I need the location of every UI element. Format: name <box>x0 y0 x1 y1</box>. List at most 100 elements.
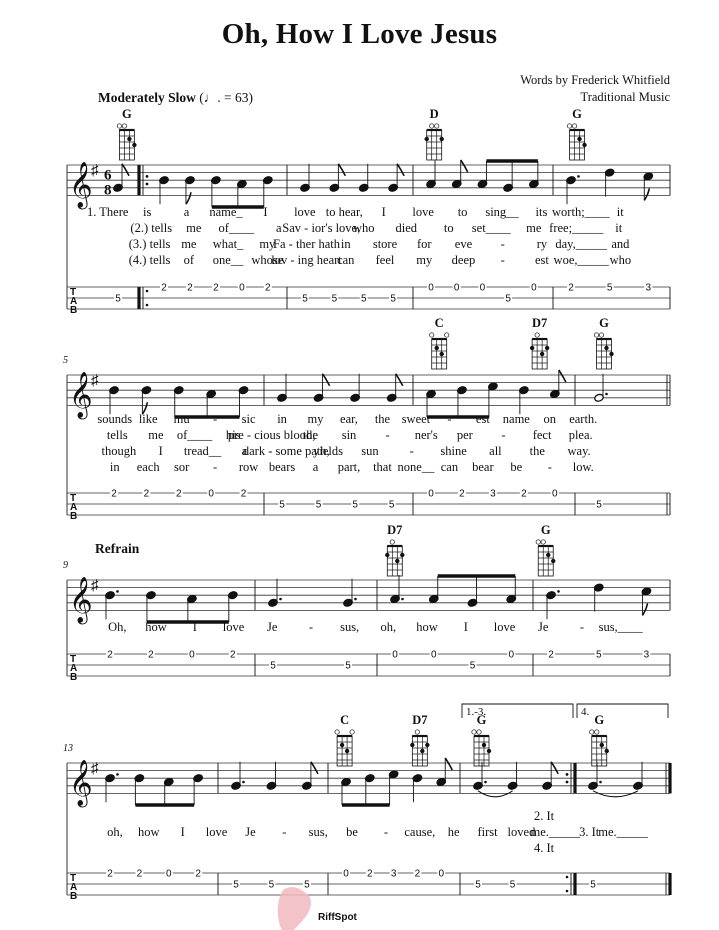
chord-name: D7 <box>387 523 402 537</box>
tab-fret-number: 2 <box>111 489 117 500</box>
lyric-syllable: I <box>382 205 386 219</box>
treble-clef: 𝄞 <box>69 372 93 420</box>
chord-name: D <box>430 107 439 121</box>
open-string-marker <box>476 729 482 735</box>
eighth-flag <box>444 757 453 771</box>
finger-dot <box>604 345 609 351</box>
lyric-syllable: sic <box>242 412 256 426</box>
ukulele-chord-diagram-d7 <box>410 729 430 767</box>
lyric-syllable: name <box>503 412 531 426</box>
finger-dot <box>434 345 439 351</box>
tab-fret-number: 0 <box>208 489 214 500</box>
lyric-syllable: me._____ <box>598 825 648 839</box>
lyric-syllable: a <box>184 205 190 219</box>
tab-fret-number: 2 <box>265 283 271 294</box>
lyric-syllable: love <box>206 825 228 839</box>
lyric-syllable: in <box>110 460 120 474</box>
chord-grid <box>531 338 548 370</box>
lyric-syllable: sin <box>342 428 357 442</box>
tab-fret-number: 5 <box>361 294 367 305</box>
chord-name: G <box>122 107 132 121</box>
repeat-dot <box>145 289 149 293</box>
lyric-syllable: it <box>617 205 624 219</box>
chord-name: C <box>435 316 444 330</box>
lyric-syllable: he <box>448 825 460 839</box>
dot <box>557 590 560 593</box>
lyric-syllable: Je <box>538 620 549 634</box>
repeat-dot <box>145 175 149 178</box>
tab-fret-number: 5 <box>510 880 516 891</box>
chord-grid <box>386 545 403 577</box>
eighth-flag <box>121 163 130 177</box>
finger-dot <box>486 748 492 754</box>
lyric-syllable: all <box>489 444 502 458</box>
tab-fret-number: 2 <box>241 489 247 500</box>
tab-fret-number: 5 <box>352 500 358 511</box>
lyric-syllable: ner's <box>415 428 438 442</box>
lyric-syllable: mu <box>174 412 191 426</box>
ending-label-second: 4. <box>581 706 590 718</box>
ukulele-chord-diagram-d <box>424 123 444 161</box>
lyric-syllable: part, <box>338 460 361 474</box>
lyric-syllable: way. <box>568 444 591 458</box>
tab-fret-number: 2 <box>161 283 167 294</box>
tab-fret-number: 5 <box>279 500 285 511</box>
chord-grid <box>537 545 554 577</box>
lyric-syllable: me <box>186 221 202 235</box>
tab-fret-number: 5 <box>475 880 481 891</box>
ukulele-chord-diagram-g <box>535 539 556 577</box>
tab-fret-number: 2 <box>415 869 421 880</box>
chord-grid <box>426 129 443 161</box>
lyric-syllable: woe,_____ <box>554 253 610 267</box>
ukulele-chord-diagram-d7 <box>385 539 405 577</box>
tab-fret-number: 5 <box>389 500 395 511</box>
lyric-syllable: tells <box>107 428 128 442</box>
lyric-syllable: first <box>477 825 498 839</box>
lyric-syllable: for <box>417 237 432 251</box>
lyric-syllable: Oh, <box>108 620 126 634</box>
lyric-syllable: can <box>441 460 459 474</box>
measure-number: 5 <box>63 355 68 366</box>
lyric-syllable: though <box>102 444 137 458</box>
tab-fret-number: 2 <box>107 650 113 661</box>
lyric-syllable: my <box>416 253 433 267</box>
tab-fret-number: 3 <box>490 489 496 500</box>
open-string-marker <box>535 539 541 545</box>
lyric-syllable: it <box>615 221 622 235</box>
finger-dot <box>344 748 350 754</box>
chord-grid <box>431 338 448 370</box>
lyric-syllable: me <box>526 221 542 235</box>
finger-dot <box>127 136 132 142</box>
tab-fret-number: 2 <box>107 869 113 880</box>
lyric-syllable: plea. <box>569 428 593 442</box>
lyric-syllable: cause, <box>404 825 435 839</box>
ukulele-chord-diagram-c <box>334 729 355 767</box>
chord-name: G <box>599 316 609 330</box>
lyric-syllable: I <box>159 444 163 458</box>
lyric-syllable: my <box>308 412 325 426</box>
open-string-marker <box>349 729 355 735</box>
key-signature-sharp: ♯ <box>91 163 99 179</box>
dot <box>116 773 119 776</box>
lyric-syllable: lov - ing heart <box>271 253 342 267</box>
tab-fret-number: 2 <box>568 283 574 294</box>
tab-label-b: B <box>70 672 77 683</box>
ukulele-chord-diagram-g <box>593 332 614 370</box>
lyric-syllable: - <box>501 253 505 267</box>
lyric-syllable: to hear, <box>326 205 363 219</box>
tab-fret-number: 0 <box>428 489 434 500</box>
tab-fret-number: 2 <box>137 869 143 880</box>
dot <box>116 590 119 593</box>
lyric-syllable: I <box>464 620 468 634</box>
tab-fret-number: 5 <box>607 283 613 294</box>
lyric-syllable: died <box>395 221 417 235</box>
lyric-syllable: free;_____ <box>549 221 604 235</box>
open-string-marker <box>571 123 578 129</box>
score-canvas: TAB𝄞♯ 6852 2 2 0 25 5 5 50 0 050 2 5 3G D G1. There is a n… <box>63 107 672 930</box>
tab-fret-number: 0 <box>508 650 514 661</box>
lyric-syllable: tread__ <box>184 444 222 458</box>
lyric-syllable: to <box>444 221 454 235</box>
lyric-syllable: I <box>181 825 185 839</box>
lyric-syllable: on <box>544 412 557 426</box>
tab-label-b: B <box>70 891 77 902</box>
